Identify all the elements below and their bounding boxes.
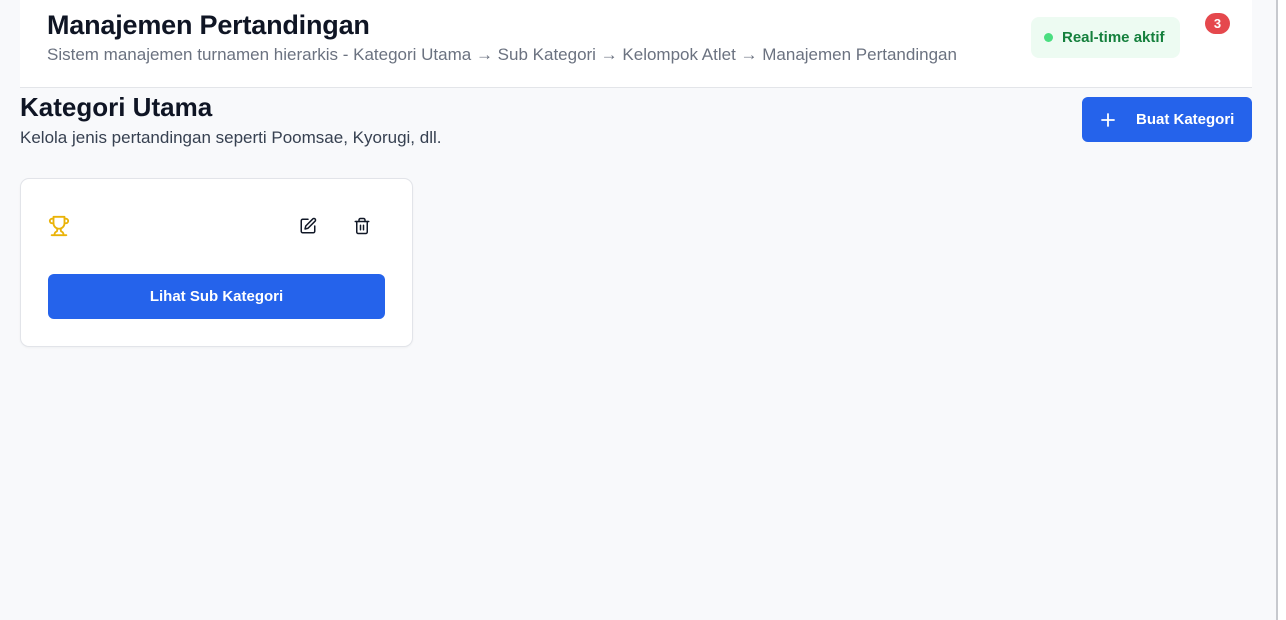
- trophy-icon: [48, 215, 70, 237]
- page-header: Manajemen Pertandingan Sistem manajemen …: [20, 0, 1252, 88]
- plus-icon: [1099, 111, 1117, 129]
- status-dot-icon: [1044, 33, 1053, 42]
- realtime-status-badge: Real-time aktif: [1031, 17, 1180, 58]
- trash-icon[interactable]: [351, 215, 373, 237]
- edit-icon[interactable]: [297, 215, 319, 237]
- page-title: Manajemen Pertandingan: [47, 10, 370, 40]
- section-title: Kategori Utama: [20, 92, 213, 122]
- category-card: Lihat Sub Kategori: [20, 178, 413, 347]
- realtime-status-label: Real-time aktif: [1062, 29, 1165, 46]
- create-category-label: Buat Kategori: [1136, 111, 1235, 128]
- create-category-button[interactable]: Buat Kategori: [1082, 97, 1252, 142]
- page-subtitle: Sistem manajemen turnamen hierarkis - Ka…: [47, 45, 957, 64]
- app-viewport: Manajemen Pertandingan Sistem manajemen …: [0, 0, 1276, 620]
- scrollbar[interactable]: [1276, 0, 1286, 620]
- notification-badge[interactable]: 3: [1205, 13, 1230, 34]
- view-subcategory-button[interactable]: Lihat Sub Kategori: [48, 274, 385, 319]
- section-description: Kelola jenis pertandingan seperti Poomsa…: [20, 128, 442, 147]
